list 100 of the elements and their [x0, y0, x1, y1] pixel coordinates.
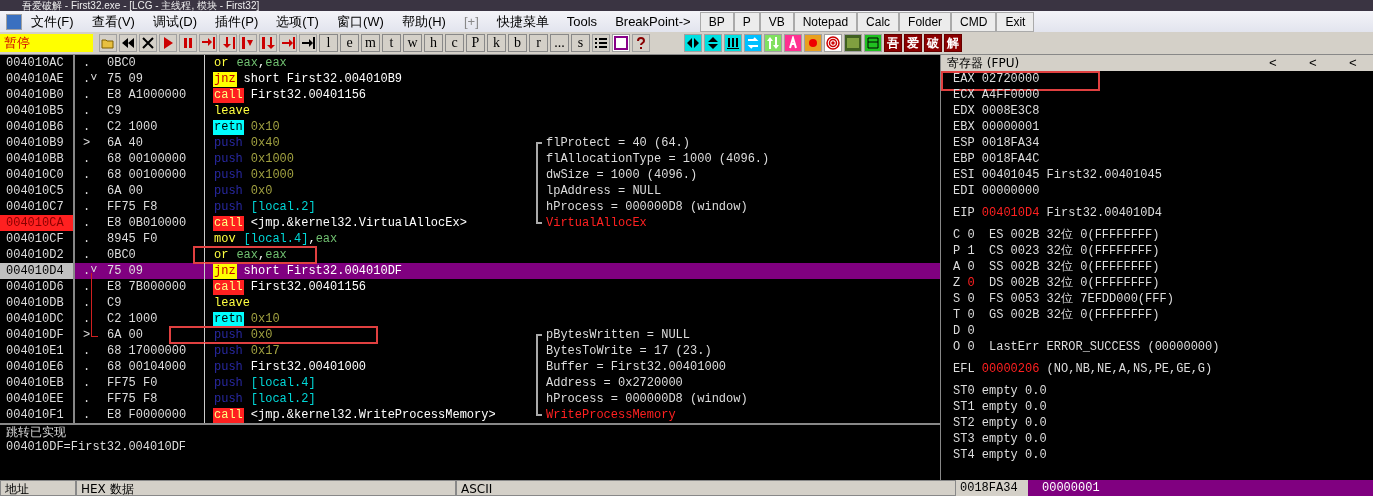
rewind-icon[interactable] — [119, 34, 137, 52]
code-row[interactable]: 004010AC . 0BC0 or eax,eax — [0, 55, 940, 71]
code-row[interactable]: 004010DB . C9 leave — [0, 295, 940, 311]
menu-item[interactable]: 插件(P) — [206, 12, 268, 31]
jump-marker: . — [83, 200, 91, 214]
menu-item[interactable]: 文件(F) — [22, 12, 83, 31]
code-row[interactable]: 004010BB . 68 00100000 push 0x1000 flAllocationType = 1000 (4096.) — [0, 151, 940, 167]
stack-value[interactable]: 00000001 — [1028, 480, 1373, 496]
close-icon[interactable] — [139, 34, 157, 52]
menu-item[interactable]: 查看(V) — [82, 12, 144, 31]
nav-button[interactable]: < — [1333, 55, 1373, 71]
tool-button[interactable]: 破 — [924, 34, 942, 52]
menu-item[interactable]: BreakPoint-> — [606, 14, 700, 29]
code-row[interactable]: 004010CF . 8945 F0 mov [local.4],eax — [0, 231, 940, 247]
tool-button[interactable]: 吾 — [884, 34, 902, 52]
code-row[interactable]: 004010D6 . E8 7B000000 call First32.00401156 — [0, 279, 940, 295]
window-button[interactable]: h — [424, 34, 443, 52]
jump-marker: . — [83, 104, 91, 118]
column-header[interactable]: ASCII — [456, 480, 956, 496]
column-header[interactable]: HEX 数据 — [76, 480, 456, 496]
code-row[interactable]: 004010C5 . 6A 00 push 0x0 lpAddress = NULL — [0, 183, 940, 199]
nav-button[interactable]: < — [1253, 55, 1293, 71]
info-text: 004010DF=First32.004010DF — [6, 440, 187, 455]
operand: First32.00401156 — [250, 279, 367, 295]
window-button[interactable]: t — [382, 34, 401, 52]
comment: hProcess = 000000D8 (window) — [546, 391, 748, 407]
mnemonic: push — [213, 375, 244, 391]
flag-line: O 0 LastErr ERROR_SUCCESS (00000000) — [952, 339, 1221, 355]
hex-bytes: FF75 F8 — [107, 391, 158, 407]
quick-button[interactable]: Folder — [899, 11, 952, 32]
jump-marker: . — [83, 88, 91, 102]
mnemonic: call — [213, 215, 244, 231]
hex-bytes: C2 1000 — [107, 311, 158, 327]
flag-line: T 0 GS 002B 32位 0(FFFFFFFF) — [952, 307, 1161, 323]
jump-marker: . — [83, 56, 91, 70]
up-down-icon[interactable] — [764, 34, 782, 52]
arrows-icon[interactable] — [684, 34, 702, 52]
operand: eax,eax — [236, 247, 287, 263]
window-button[interactable]: m — [361, 34, 380, 52]
window-button[interactable]: P — [466, 34, 485, 52]
play-icon[interactable] — [159, 34, 177, 52]
code-row[interactable]: 004010E6 . 68 00104000 push First32.00401000 Buffer = First32.00401000 — [0, 359, 940, 375]
address-cell: 004010EB — [0, 375, 75, 391]
mnemonic: push — [213, 391, 244, 407]
code-row[interactable]: 004010AE .˅ 75 09 jnz short First32.004010B9 — [0, 71, 940, 87]
code-row[interactable]: 004010C0 . 68 00100000 push 0x1000 dwSize = 1000 (4096.) — [0, 167, 940, 183]
code-row[interactable]: 004010DF > 6A 00 push 0x0 pBytesWritten = NULL — [0, 327, 940, 343]
window-button[interactable]: b — [508, 34, 527, 52]
bars-icon[interactable] — [724, 34, 742, 52]
address-cell: 004010DF — [0, 327, 75, 343]
menu-item[interactable]: 调试(D) — [143, 12, 206, 31]
quick-button[interactable]: VB — [759, 11, 794, 32]
menu-item[interactable]: 窗口(W) — [327, 12, 393, 31]
hex-bytes: 6A 00 — [107, 327, 143, 343]
code-row[interactable]: 004010D4 .˅ 75 09 jnz short First32.004010DF — [0, 263, 940, 279]
code-row[interactable]: 004010B6 . C2 1000 retn 0x10 — [0, 119, 940, 135]
letter-icon[interactable] — [784, 34, 802, 52]
menu-item[interactable]: 快捷菜单 — [487, 12, 558, 31]
list-icon[interactable] — [592, 34, 610, 52]
code-row[interactable]: 004010EB . FF75 F0 push [local.4] Address = 0x2720000 — [0, 375, 940, 391]
quick-button[interactable]: BP — [699, 11, 734, 32]
operand: short First32.004010DF — [243, 263, 403, 279]
window-button[interactable]: w — [403, 34, 422, 52]
code-row[interactable]: 004010DC . C2 1000 retn 0x10 — [0, 311, 940, 327]
code-row[interactable]: 004010CA . E8 0B010000 call <jmp.&kernel32.VirtualAllocEx> VirtualAllocEx — [0, 215, 940, 231]
quick-button[interactable]: Exit — [996, 11, 1035, 32]
comment: flAllocationType = 1000 (4096.) — [546, 151, 770, 167]
jump-marker: . — [83, 152, 91, 166]
window-button[interactable]: c — [445, 34, 464, 52]
address-cell: 004010DB — [0, 295, 75, 311]
stack-address: 0018FA34 — [959, 480, 1019, 496]
hex-bytes: 0BC0 — [107, 55, 136, 71]
quick-button[interactable]: P — [733, 11, 760, 32]
help-icon[interactable] — [632, 34, 650, 52]
nav-button[interactable]: < — [1293, 55, 1333, 71]
address-cell: 004010B6 — [0, 119, 75, 135]
window-icon[interactable] — [864, 34, 882, 52]
code-row[interactable]: 004010B0 . E8 A1000000 call First32.00401156 — [0, 87, 940, 103]
arrows-icon[interactable] — [704, 34, 722, 52]
quick-button[interactable]: Notepad — [793, 11, 858, 32]
menu-item[interactable]: 选项(T) — [267, 12, 328, 31]
window-button[interactable]: e — [340, 34, 359, 52]
column-header[interactable]: 地址 — [0, 480, 76, 496]
menu-item[interactable]: 帮助(H) — [392, 12, 455, 31]
pause-icon[interactable] — [179, 34, 197, 52]
window-button[interactable]: ... — [550, 34, 569, 52]
quick-button[interactable]: Calc — [857, 11, 900, 32]
window-button[interactable]: r — [529, 34, 548, 52]
code-row[interactable]: 004010B9 > 6A 40 push 0x40 flProtect = 40 (64.) — [0, 135, 940, 151]
mnemonic: push — [213, 135, 244, 151]
code-row[interactable]: 004010B5 . C9 leave — [0, 103, 940, 119]
window-button[interactable]: l — [319, 34, 338, 52]
tool-button[interactable]: 爱 — [904, 34, 922, 52]
quick-button[interactable]: CMD — [951, 11, 997, 32]
window-button[interactable]: k — [487, 34, 506, 52]
menu-item[interactable]: Tools — [557, 14, 607, 29]
window-button[interactable]: s — [571, 34, 590, 52]
tool-button[interactable]: 解 — [944, 34, 962, 52]
target-icon[interactable] — [824, 34, 842, 52]
code-row[interactable]: 004010E1 . 68 17000000 push 0x17 BytesToWrite = 17 (23.) — [0, 343, 940, 359]
